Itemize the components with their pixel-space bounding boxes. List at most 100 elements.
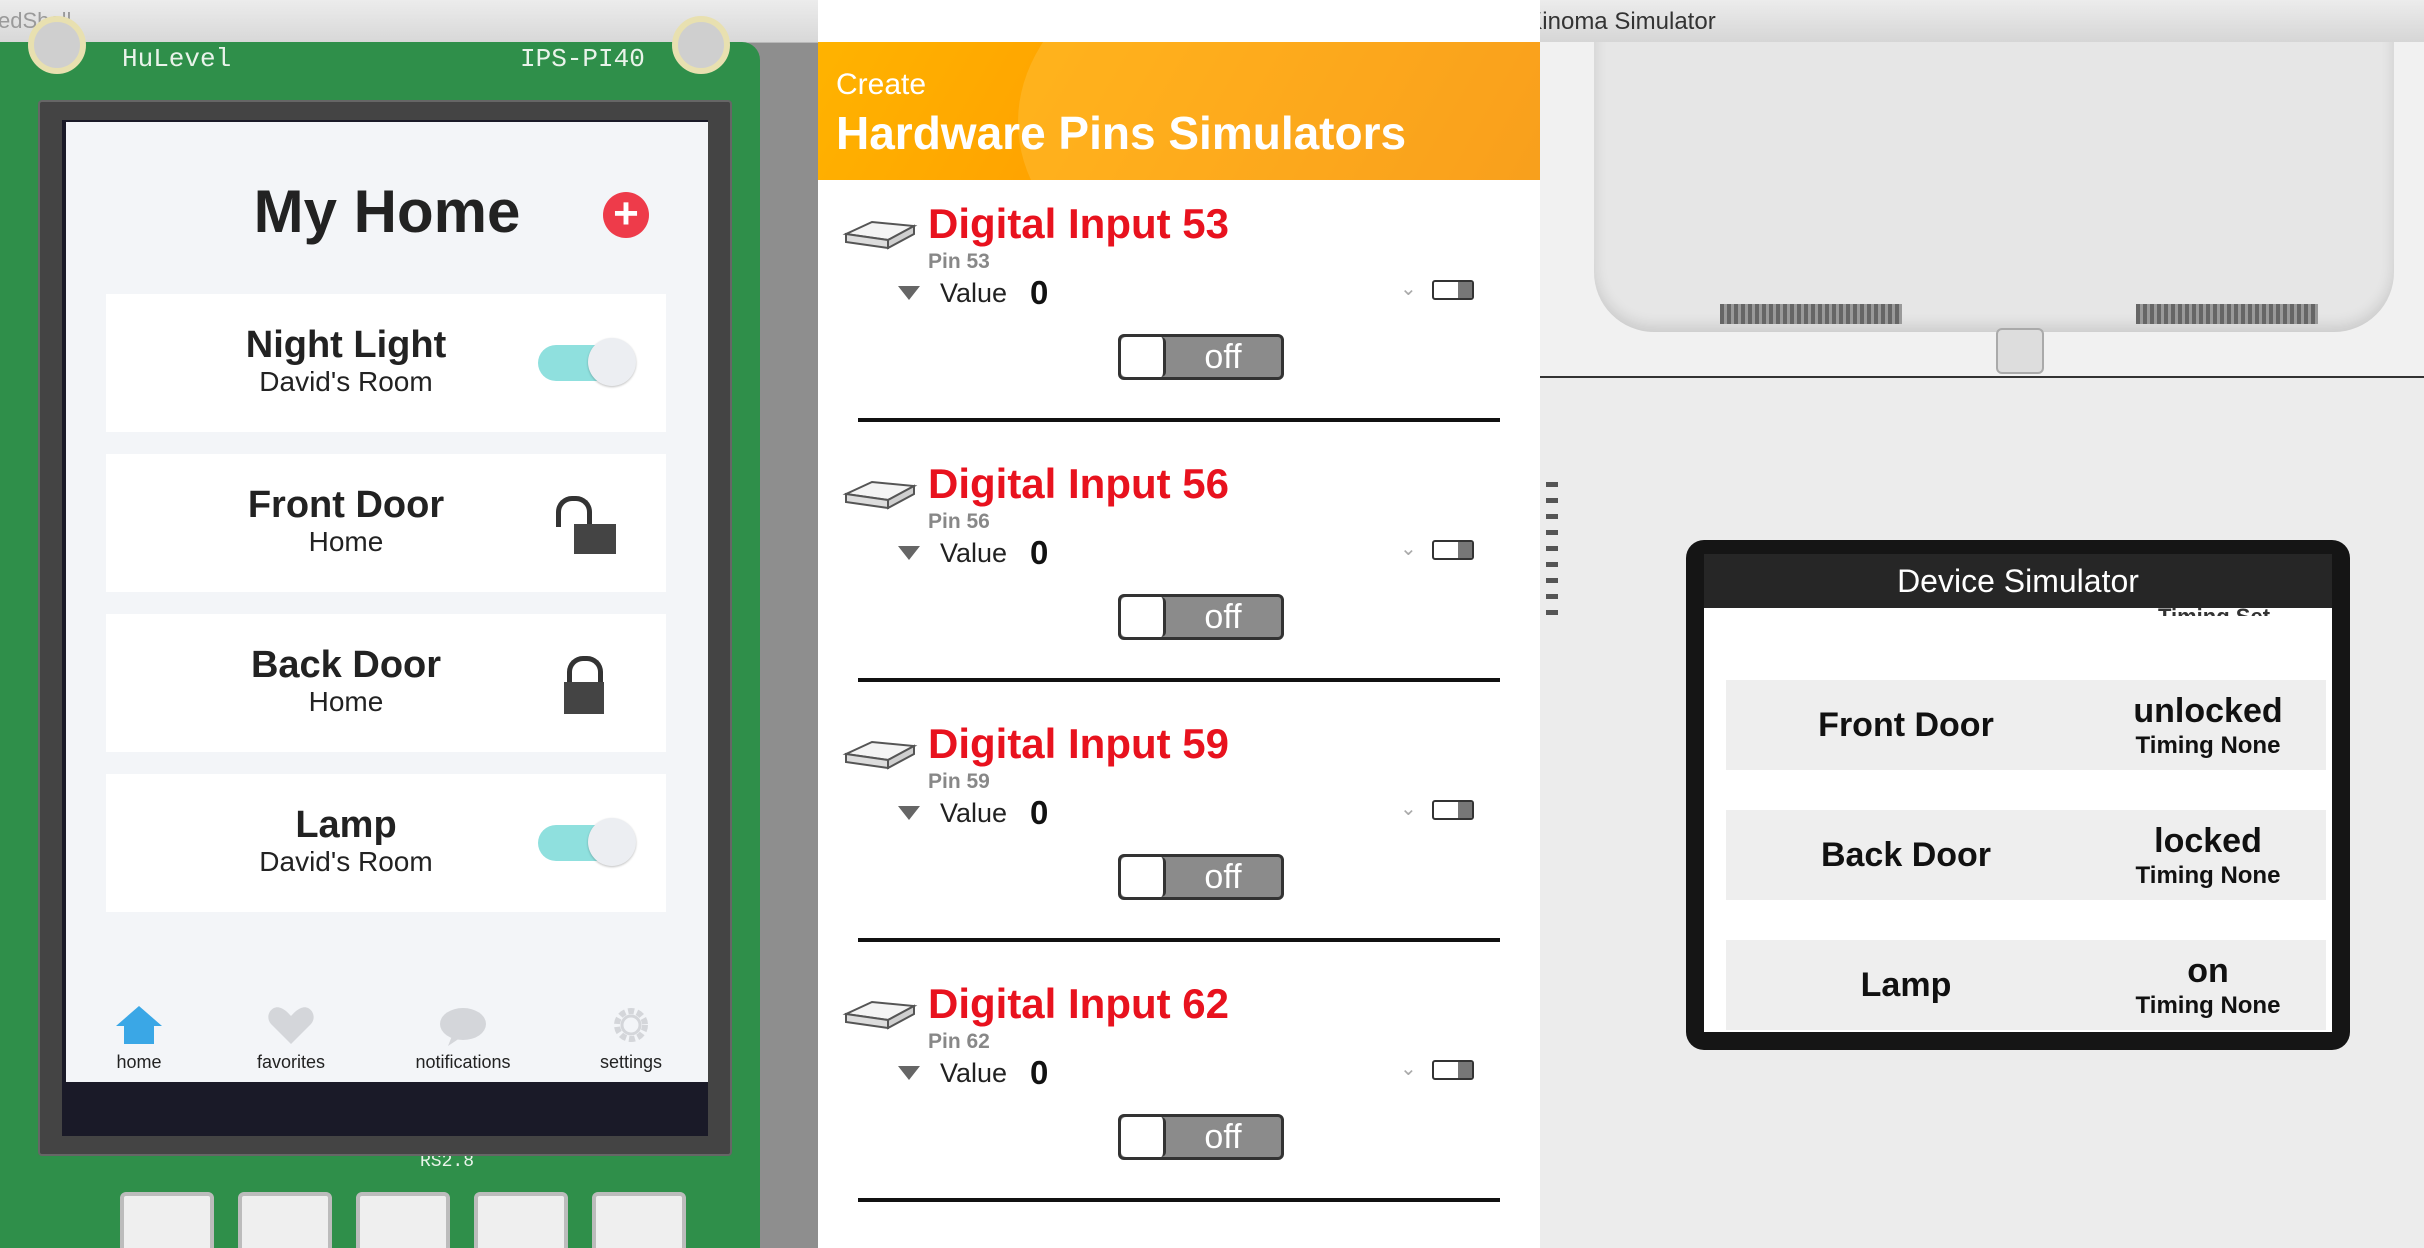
tab-favorites[interactable]: favorites (226, 998, 356, 1078)
pin-name: Digital Input 53 (928, 200, 1230, 247)
tab-settings[interactable]: settings (566, 998, 696, 1078)
mini-toggle-icon[interactable] (1432, 1060, 1474, 1080)
device-row-timing: Timing None (2135, 862, 2281, 889)
device-row-lamp[interactable]: Lamp on Timing None (1726, 940, 2326, 1030)
chat-bubble-icon (440, 1008, 486, 1046)
device-row-name: Lamp (1860, 966, 1952, 1004)
pin-block-53: Digital Input 53 Pin 53 Value 0 ⌄ off (818, 180, 1540, 440)
pin-switch[interactable]: off (1118, 594, 1284, 640)
hardware-button[interactable] (356, 1192, 450, 1248)
pin-block-59: Digital Input 59 Pin 59 Value 0 ⌄ off (818, 700, 1540, 960)
switch-label: off (1204, 858, 1242, 896)
bottom-tab-bar: home favorites notifications settings (66, 992, 708, 1082)
device-simulator-area: Timing Set Device Simulator Front Door u… (1540, 42, 2424, 1248)
device-card-lamp[interactable]: Lamp David's Room (106, 774, 666, 912)
device-nub (1996, 328, 2044, 374)
tab-label: settings (599, 1052, 663, 1072)
device-row-front-door[interactable]: Front Door unlocked Timing None (1726, 680, 2326, 770)
hardware-button[interactable] (120, 1192, 214, 1248)
lamp-toggle[interactable] (538, 818, 638, 866)
hardware-button[interactable] (238, 1192, 332, 1248)
lock-body (564, 682, 604, 714)
embedded-shell-window: edShell HuLevel IPS-PI40 RS2.8 My Home +… (0, 0, 818, 1248)
switch-knob (1121, 337, 1166, 377)
mini-toggle-icon[interactable] (1432, 540, 1474, 560)
mount-hole (672, 16, 730, 74)
toggle-knob (588, 818, 636, 866)
mount-hole (28, 16, 86, 74)
switch-knob (1121, 1117, 1166, 1157)
gear-icon (614, 1008, 648, 1042)
night-light-toggle[interactable] (538, 338, 638, 386)
home-app-screen: My Home + Night Light David's Room Front… (66, 122, 708, 1082)
pin-switch[interactable]: off (1118, 854, 1284, 900)
lock-shackle (556, 496, 592, 527)
pin-switch[interactable]: off (1118, 1114, 1284, 1160)
pin-value: 0 (1030, 1054, 1049, 1091)
divider (858, 1198, 1500, 1202)
lock-body (574, 524, 616, 554)
device-top-housing (1540, 42, 2424, 378)
divider (858, 418, 1500, 422)
value-label: Value (940, 798, 1008, 828)
device-row-name: Back Door (1820, 836, 1992, 874)
chip-icon (842, 220, 918, 250)
pin-switch[interactable]: off (1118, 334, 1284, 380)
heart-icon (268, 1007, 314, 1044)
unlocked-lock-icon[interactable] (556, 496, 620, 554)
chevron-down-icon[interactable]: ⌄ (1400, 536, 1417, 561)
plus-circle-icon[interactable]: + (603, 192, 649, 238)
expand-triangle-icon[interactable] (898, 1066, 920, 1080)
pins-header: Create Hardware Pins Simulators (818, 42, 1540, 180)
device-location: Home (308, 686, 384, 717)
tab-label: home (116, 1052, 162, 1072)
device-location: Home (308, 526, 384, 557)
header-large-text: Hardware Pins Simulators (836, 107, 1407, 159)
value-label: Value (940, 538, 1008, 568)
chevron-down-icon[interactable]: ⌄ (1400, 276, 1417, 301)
pin-name: Digital Input 56 (928, 460, 1230, 507)
divider (858, 678, 1500, 682)
tab-label: favorites (256, 1052, 326, 1072)
device-simulator-title: Device Simulator (1704, 554, 2332, 608)
pin-block-56: Digital Input 56 Pin 56 Value 0 ⌄ off (818, 440, 1540, 700)
hardware-button[interactable] (474, 1192, 568, 1248)
device-row-timing: Timing None (2135, 992, 2281, 1019)
mini-toggle-icon[interactable] (1432, 800, 1474, 820)
chevron-down-icon[interactable]: ⌄ (1400, 1056, 1417, 1081)
device-row-back-door[interactable]: Back Door locked Timing None (1726, 810, 2326, 900)
divider (858, 938, 1500, 942)
expand-triangle-icon[interactable] (898, 546, 920, 560)
switch-label: off (1204, 598, 1242, 636)
hardware-pins-panel: Create Hardware Pins Simulators Digital … (818, 0, 1540, 1248)
silkscreen-label: IPS-PI40 (520, 44, 645, 74)
hardware-buttons (100, 1192, 700, 1248)
device-card-back-door[interactable]: Back Door Home (106, 614, 666, 752)
device-card-night-light[interactable]: Night Light David's Room (106, 294, 666, 432)
speaker-dots (1546, 482, 1558, 622)
locked-lock-icon[interactable] (556, 656, 620, 714)
pin-value: 0 (1030, 794, 1049, 831)
pin-number: Pin 62 (928, 1030, 990, 1053)
chip-icon (842, 1000, 918, 1030)
pin-number: Pin 59 (928, 770, 990, 793)
pin-value: 0 (1030, 534, 1049, 571)
tab-home[interactable]: home (74, 998, 204, 1078)
device-row-timing: Timing None (2135, 732, 2281, 759)
expand-triangle-icon[interactable] (898, 286, 920, 300)
silkscreen-label: HuLevel (122, 44, 232, 74)
device-location: David's Room (259, 846, 433, 877)
tab-label: notifications (415, 1052, 511, 1072)
chevron-down-icon[interactable]: ⌄ (1400, 796, 1417, 821)
device-card-front-door[interactable]: Front Door Home (106, 454, 666, 592)
mini-toggle-icon[interactable] (1432, 280, 1474, 300)
device-name: Back Door (250, 644, 442, 686)
header-small-text: Create (836, 68, 927, 101)
hardware-button[interactable] (592, 1192, 686, 1248)
pin-number: Pin 56 (928, 510, 990, 533)
connector-slot (1720, 304, 1902, 324)
expand-triangle-icon[interactable] (898, 806, 920, 820)
pin-name: Digital Input 59 (928, 720, 1230, 767)
value-label: Value (940, 278, 1008, 308)
tab-notifications[interactable]: notifications (398, 998, 528, 1078)
